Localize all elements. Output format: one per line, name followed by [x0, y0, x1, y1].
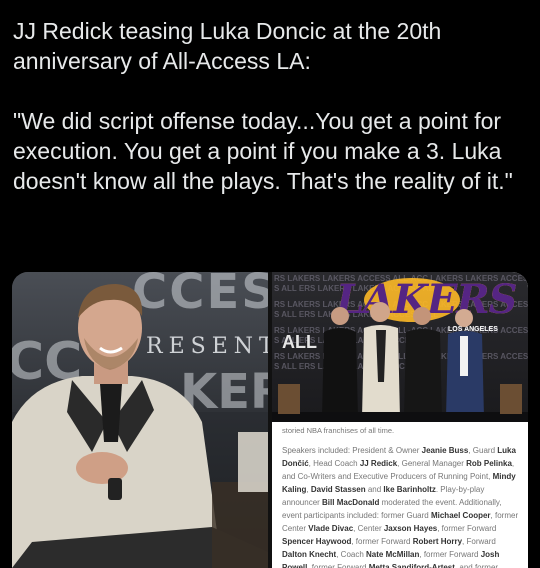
caption-name: Vlade Divac [308, 524, 354, 533]
tweet-text: JJ Redick teasing Luka Doncic at the 20t… [13, 18, 513, 194]
article-caption: Speakers included: President & Owner Jea… [282, 444, 520, 568]
luka-figure [12, 284, 268, 568]
caption-text: Speakers included: President & Owner [282, 446, 422, 455]
caption-name: Nate McMillan [366, 550, 420, 559]
caption-text: , General Manager [397, 459, 467, 468]
caption-name: Ike Barinholtz [383, 485, 436, 494]
caption-text: , former Forward [307, 563, 369, 568]
caption-text: , Guard [468, 446, 498, 455]
caption-text: , Center [353, 524, 384, 533]
caption-name: Metta Sandiford-Artest [368, 563, 455, 568]
caption-name: Dalton Knecht [282, 550, 337, 559]
luka-photo[interactable]: CCES CC KER RESENTE [12, 272, 268, 568]
caption-text: , former Forward [437, 524, 497, 533]
event-article[interactable]: RS LAKERS LAKERS ACCESS ALL-ACC LAKERS L… [272, 272, 528, 568]
caption-name: Michael Cooper [430, 511, 491, 520]
caption-text: , Head Coach [308, 459, 360, 468]
event-photo: RS LAKERS LAKERS ACCESS ALL-ACC LAKERS L… [272, 272, 528, 422]
caption-name: Spencer Haywood [282, 537, 352, 546]
speakers-figures [272, 302, 528, 422]
caption-name: Jaxson Hayes [383, 524, 438, 533]
caption-name: Jeanie Buss [421, 446, 469, 455]
caption-text: , former Forward [419, 550, 481, 559]
caption-name: JJ Redick [359, 459, 398, 468]
caption-name: David Stassen [310, 485, 366, 494]
caption-first: storied NBA franchises of all time. [282, 426, 395, 435]
caption-text: , Coach [336, 550, 367, 559]
caption-text: , Forward [462, 537, 496, 546]
caption-name: Rob Pelinka [466, 459, 512, 468]
caption-name: Bill MacDonald [322, 498, 380, 507]
caption-text: and [365, 485, 384, 494]
media-grid[interactable]: CCES CC KER RESENTE [12, 272, 528, 568]
caption-text: , former Forward [351, 537, 413, 546]
caption-name: Robert Horry [412, 537, 463, 546]
